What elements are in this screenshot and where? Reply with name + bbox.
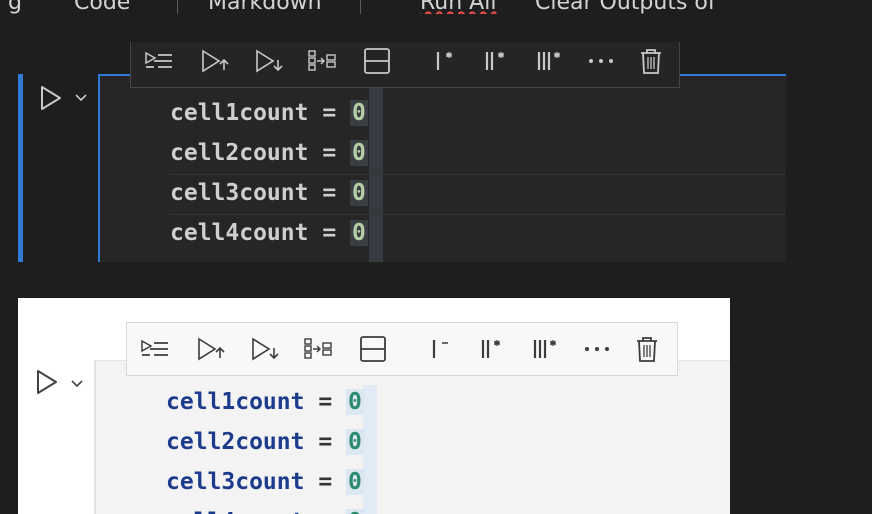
dark-notebook-panel: cell1count = 0 cell2count = 0 cell3count… bbox=[18, 42, 786, 262]
run-above-icon bbox=[202, 49, 229, 73]
variable-name: cell2count bbox=[166, 429, 305, 455]
light-notebook-panel: cell1count = 0 cell2count = 0 cell3count… bbox=[18, 298, 730, 514]
operator: = bbox=[308, 180, 351, 206]
variable-name: cell3count bbox=[170, 180, 309, 206]
operator: = bbox=[308, 140, 351, 166]
variable-name: cell4count bbox=[166, 509, 304, 514]
top-toolbar-strip: g Code Markdown Run All Clear Outputs of bbox=[0, 0, 872, 14]
execute-above-and-below-icon bbox=[141, 339, 168, 356]
play-icon bbox=[37, 370, 57, 394]
trash-icon bbox=[637, 337, 657, 362]
code-line-4[interactable]: cell4count = 0 bbox=[170, 220, 368, 246]
run-above-button[interactable] bbox=[193, 42, 237, 87]
cursor-column-highlight bbox=[363, 385, 377, 514]
insert-line-left-icon bbox=[432, 340, 448, 358]
chevron-down-icon bbox=[71, 380, 83, 388]
number-literal: 0 bbox=[346, 509, 364, 514]
more-actions-button[interactable] bbox=[575, 323, 619, 375]
variable-name: cell1count bbox=[170, 100, 309, 126]
run-below-icon bbox=[252, 337, 279, 361]
run-cell-button[interactable] bbox=[34, 368, 60, 396]
insert-line-center-button[interactable] bbox=[469, 323, 513, 375]
insert-line-center-button[interactable] bbox=[473, 42, 517, 87]
operator: = bbox=[304, 429, 347, 455]
cursor-column-highlight bbox=[369, 76, 383, 262]
more-actions-icon bbox=[589, 59, 613, 63]
split-cell-button[interactable] bbox=[301, 42, 345, 87]
number-literal: 0 bbox=[346, 389, 364, 415]
execute-above-and-below-icon bbox=[145, 51, 172, 68]
toolbar-divider bbox=[177, 0, 178, 14]
insert-line-left-button[interactable] bbox=[421, 42, 465, 87]
insert-line-right-icon bbox=[533, 340, 556, 358]
toolbar-divider bbox=[360, 0, 361, 14]
split-cell-button[interactable] bbox=[297, 323, 341, 375]
more-actions-icon bbox=[585, 347, 609, 351]
cell-toolbar bbox=[126, 322, 678, 376]
variable-name: cell1count bbox=[166, 389, 305, 415]
code-line-4[interactable]: cell4count = 0 bbox=[166, 509, 364, 514]
join-cell-button[interactable] bbox=[355, 42, 399, 87]
number-literal: 0 bbox=[346, 469, 364, 495]
code-cell[interactable]: cell1count = 0 cell2count = 0 cell3count… bbox=[94, 360, 730, 514]
number-literal: 0 bbox=[350, 180, 368, 206]
insert-line-right-button[interactable] bbox=[527, 42, 571, 87]
current-line-border bbox=[170, 174, 786, 175]
code-line-2[interactable]: cell2count = 0 bbox=[166, 429, 364, 455]
operator: = bbox=[308, 100, 351, 126]
number-literal: 0 bbox=[350, 140, 368, 166]
insert-line-left-button[interactable] bbox=[417, 323, 461, 375]
operator: = bbox=[308, 220, 351, 246]
code-line-1[interactable]: cell1count = 0 bbox=[166, 389, 364, 415]
clear-outputs-button[interactable]: Clear Outputs of bbox=[535, 0, 716, 14]
execute-above-and-below-button[interactable] bbox=[137, 42, 181, 87]
insert-line-left-icon bbox=[436, 52, 452, 70]
run-above-icon bbox=[198, 337, 225, 361]
variable-name: cell3count bbox=[166, 469, 305, 495]
split-cell-icon bbox=[308, 50, 336, 71]
markdown-button[interactable]: Markdown bbox=[208, 0, 322, 14]
run-below-button[interactable] bbox=[243, 323, 287, 375]
run-below-icon bbox=[256, 49, 283, 73]
join-cell-icon bbox=[360, 336, 386, 362]
operator: = bbox=[304, 389, 347, 415]
insert-line-center-icon bbox=[485, 52, 504, 70]
run-options-button[interactable] bbox=[69, 376, 85, 390]
variable-name: cell2count bbox=[170, 140, 309, 166]
number-literal: 0 bbox=[350, 220, 368, 246]
delete-cell-button[interactable] bbox=[625, 323, 669, 375]
more-actions-button[interactable] bbox=[579, 42, 623, 87]
top-strip-fragment: g bbox=[8, 0, 22, 14]
variable-name: cell4count bbox=[170, 220, 309, 246]
run-above-button[interactable] bbox=[189, 323, 233, 375]
trash-icon bbox=[641, 49, 661, 74]
run-below-button[interactable] bbox=[247, 42, 291, 87]
code-button[interactable]: Code bbox=[74, 0, 130, 14]
run-options-button[interactable] bbox=[73, 90, 89, 104]
execute-above-and-below-button[interactable] bbox=[133, 323, 177, 375]
operator: = bbox=[304, 509, 346, 514]
insert-line-right-button[interactable] bbox=[523, 323, 567, 375]
code-cell[interactable]: cell1count = 0 cell2count = 0 cell3count… bbox=[98, 74, 786, 262]
code-line-3[interactable]: cell3count = 0 bbox=[166, 469, 364, 495]
run-all-button[interactable]: Run All bbox=[420, 0, 496, 14]
cell-focus-indicator bbox=[18, 74, 23, 262]
code-line-3[interactable]: cell3count = 0 bbox=[170, 180, 368, 206]
split-cell-icon bbox=[304, 338, 332, 359]
join-cell-icon bbox=[364, 48, 390, 74]
insert-line-center-icon bbox=[481, 340, 500, 358]
operator: = bbox=[304, 469, 347, 495]
chevron-down-icon bbox=[75, 94, 87, 102]
code-line-2[interactable]: cell2count = 0 bbox=[170, 140, 368, 166]
delete-cell-button[interactable] bbox=[629, 42, 673, 87]
current-line-border bbox=[170, 214, 786, 215]
play-icon bbox=[41, 86, 61, 110]
cell-toolbar bbox=[130, 42, 680, 88]
insert-line-right-icon bbox=[537, 52, 560, 70]
number-literal: 0 bbox=[350, 100, 368, 126]
number-literal: 0 bbox=[346, 429, 364, 455]
code-line-1[interactable]: cell1count = 0 bbox=[170, 100, 368, 126]
join-cell-button[interactable] bbox=[351, 323, 395, 375]
run-cell-button[interactable] bbox=[38, 84, 64, 112]
